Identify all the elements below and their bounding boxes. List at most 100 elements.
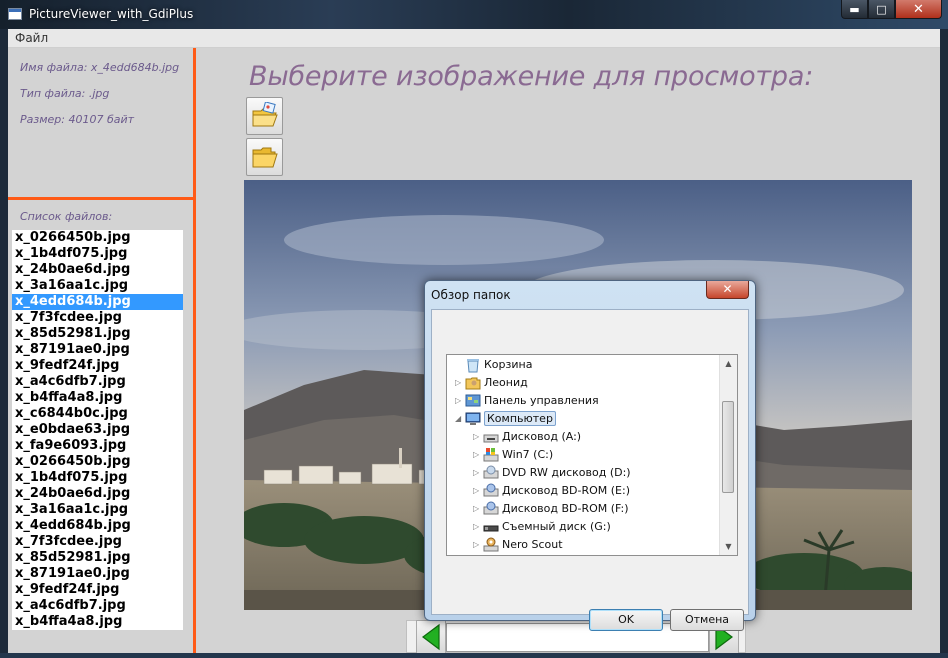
desktop-edge [0,653,948,658]
file-list-item[interactable]: x_85d52981.jpg [12,550,183,566]
file-type-label: Тип файла: .jpg [20,87,110,100]
tree-node[interactable]: ▷ Съемный диск (G:) [473,518,611,536]
expand-toggle-icon[interactable]: ▷ [473,482,483,500]
expand-toggle-icon[interactable]: ▷ [473,500,483,518]
file-list-item[interactable]: x_c6844b0c.jpg [12,406,183,422]
open-picture-folder-icon [252,102,278,127]
dvd-drive-icon [483,465,499,481]
previous-image-button[interactable] [416,620,446,653]
minimize-button[interactable]: ▬ [841,0,868,19]
file-list-item[interactable]: x_4edd684b.jpg [12,518,183,534]
tree-node[interactable]: ▷ DVD RW дисковод (D:) [473,464,631,482]
arrow-left-icon [422,623,440,651]
tree-node-label: Панель управления [484,394,599,407]
file-size-label: Размер: 40107 байт [20,113,135,126]
tree-node[interactable]: ▷ Дисковод BD-ROM (F:) [473,500,629,518]
recycle-bin-icon [465,357,481,373]
file-list-item[interactable]: x_3a16aa1c.jpg [12,502,183,518]
file-list-item[interactable]: x_9fedf24f.jpg [12,358,183,374]
scroll-thumb[interactable] [722,401,734,493]
close-button[interactable]: ✕ [895,0,942,19]
file-list-item[interactable]: x_87191ae0.jpg [12,566,183,582]
bd-drive-icon [483,501,499,517]
dialog-title: Обзор папок [431,288,511,302]
tree-node-label: DVD RW дисковод (D:) [502,466,631,479]
tree-scrollbar[interactable]: ▲ ▼ [719,355,737,555]
nero-scout-icon [483,537,499,553]
tree-node-label: Съемный диск (G:) [502,520,611,533]
file-list-item[interactable]: x_1b4df075.jpg [12,246,183,262]
tree-node-label: Дисковод BD-ROM (E:) [502,484,630,497]
tree-node[interactable]: ◢ Компьютер [455,410,556,428]
file-list-item[interactable]: x_4edd684b.jpg [12,294,183,310]
expand-toggle-icon[interactable]: ▷ [473,518,483,536]
file-list-item[interactable]: x_9fedf24f.jpg [12,582,183,598]
maximize-button[interactable]: □ [868,0,895,19]
title-bar: PictureViewer_with_GdiPlus ▬ □ ✕ [0,0,948,29]
close-icon: ✕ [722,282,733,296]
file-name-label: Имя файла: x_4edd684b.jpg [20,61,180,74]
horizontal-divider [8,197,193,200]
open-folder-button[interactable] [246,138,283,176]
control-panel-icon [465,393,481,409]
expand-toggle-icon[interactable]: ▷ [455,392,465,410]
tree-node-label: Леонид [484,376,528,389]
file-list-item[interactable]: x_7f3fcdee.jpg [12,534,183,550]
file-list-item[interactable]: x_24b0ae6d.jpg [12,262,183,278]
file-list-item[interactable]: x_a4c6dfb7.jpg [12,598,183,614]
expand-toggle-icon[interactable]: ▷ [473,536,483,554]
open-picture-button[interactable] [246,97,283,135]
file-list-item[interactable]: x_85d52981.jpg [12,326,183,342]
file-list-item[interactable]: x_b4ffa4a8.jpg [12,390,183,406]
expand-toggle-icon[interactable]: ▷ [473,428,483,446]
menu-file[interactable]: Файл [15,31,48,45]
menu-bar: Файл [8,29,940,48]
ok-button[interactable]: OK [589,609,663,631]
tree-node[interactable]: ▷ Леонид [455,374,528,392]
scroll-down-icon[interactable]: ▼ [720,538,737,555]
file-list-item[interactable]: x_24b0ae6d.jpg [12,486,183,502]
file-list-item[interactable]: x_a4c6dfb7.jpg [12,374,183,390]
vertical-divider[interactable] [193,48,196,653]
file-list-item[interactable]: x_7f3fcdee.jpg [12,310,183,326]
tree-node[interactable]: ▷ Дисковод (A:) [473,428,581,446]
tree-node-label: Корзина [484,358,533,371]
file-list-item[interactable]: x_b4ffa4a8.jpg [12,614,183,630]
file-list-item[interactable]: x_3a16aa1c.jpg [12,278,183,294]
computer-icon [465,411,481,427]
window-title: PictureViewer_with_GdiPlus [29,7,194,21]
file-list-item[interactable]: x_e0bdae63.jpg [12,422,183,438]
tree-node[interactable]: ▷ Win7 (C:) [473,446,553,464]
windows-drive-icon [483,447,499,463]
tree-node[interactable]: ▷ Панель управления [455,392,599,410]
tree-node[interactable]: ▷ Nero Scout [473,536,563,554]
window-controls: ▬ □ ✕ [841,0,942,20]
user-folder-icon [465,375,481,391]
floppy-drive-icon [483,429,499,445]
removable-drive-icon [483,519,499,535]
tree-node-label: Nero Scout [502,538,563,551]
file-list-item[interactable]: x_1b4df075.jpg [12,470,183,486]
bd-drive-icon [483,483,499,499]
close-icon: ✕ [913,1,924,17]
folder-tree[interactable]: ▷ Nero Scout ▷ Съемный диск (G:) ▷ Дисковод B… [446,354,738,556]
file-list-item[interactable]: x_0266450b.jpg [12,230,183,246]
expand-toggle-icon[interactable]: ▷ [473,464,483,482]
tree-node-label: Компьютер [484,411,556,426]
page-heading: Выберите изображение для просмотра: [249,61,814,92]
file-list-item[interactable]: x_fa9e6093.jpg [12,438,183,454]
file-list-item[interactable]: x_0266450b.jpg [12,454,183,470]
tree-node-label: Win7 (C:) [502,448,554,461]
scroll-up-icon[interactable]: ▲ [720,355,737,372]
expand-toggle-icon[interactable]: ▷ [455,374,465,392]
tree-node[interactable]: ▷ Дисковод BD-ROM (E:) [473,482,630,500]
open-folder-icon [252,147,278,168]
cancel-button[interactable]: Отмена [670,609,744,631]
file-list-label: Список файлов: [20,210,113,223]
file-list[interactable]: x_0266450b.jpg x_1b4df075.jpg x_24b0ae6d.j… [12,230,183,630]
dialog-close-button[interactable]: ✕ [706,281,749,299]
expand-toggle-icon[interactable]: ◢ [455,410,465,428]
file-list-item[interactable]: x_87191ae0.jpg [12,342,183,358]
expand-toggle-icon[interactable]: ▷ [473,446,483,464]
tree-node[interactable]: Корзина [455,356,532,374]
